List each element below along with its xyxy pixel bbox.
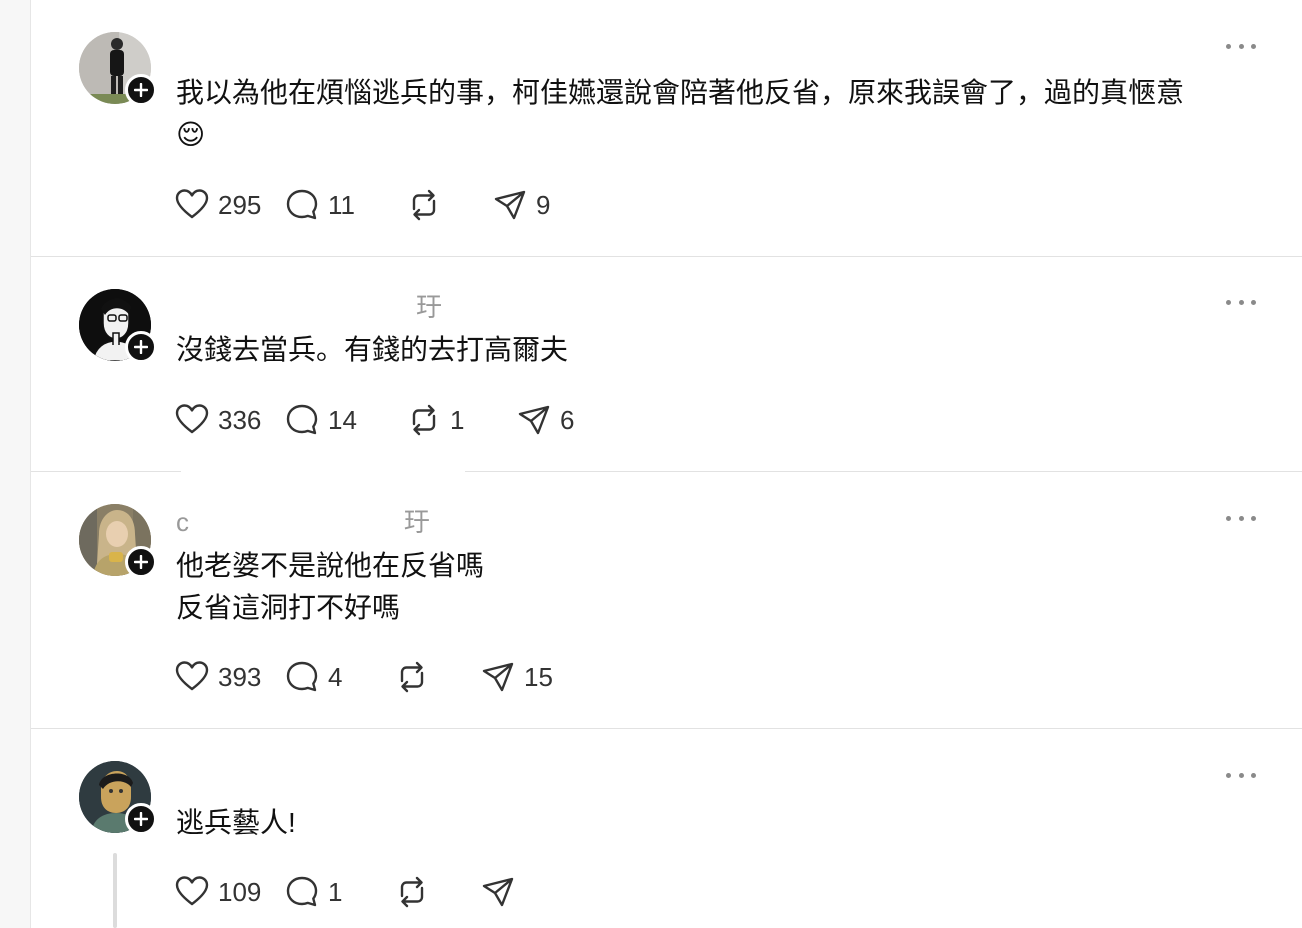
- post: 我以為他在煩惱逃兵的事，柯佳嬿還說會陪著他反省，原來我誤會了，過的真愜意 😌 2…: [31, 0, 1302, 257]
- reply-count: 4: [328, 661, 343, 692]
- repost-icon: [400, 876, 424, 908]
- follow-button[interactable]: [125, 546, 157, 578]
- post-text: 逃兵藝人!: [176, 807, 296, 838]
- repost-button[interactable]: [406, 185, 492, 225]
- post-text: 沒錢去當兵。有錢的去打高爾夫: [176, 334, 569, 365]
- reply-button[interactable]: 4: [284, 657, 394, 697]
- comment-icon: [286, 189, 318, 220]
- feed: 我以為他在煩惱逃兵的事，柯佳嬿還說會陪著他反省，原來我誤會了，過的真愜意 😌 2…: [31, 0, 1302, 928]
- post-text: 他老婆不是說他在反省嗎 反省這洞打不好嗎: [176, 550, 485, 623]
- heart-icon: [175, 661, 209, 691]
- left-gutter: [0, 0, 31, 928]
- action-bar: 393 4 15: [174, 657, 570, 697]
- post-text: 我以為他在煩惱逃兵的事，柯佳嬿還說會陪著他反省，原來我誤會了，過的真愜意 😌: [176, 77, 1185, 150]
- share-count: 9: [536, 189, 551, 220]
- plus-icon: [134, 555, 148, 569]
- thread-line: [113, 853, 117, 928]
- follow-button[interactable]: [125, 331, 157, 363]
- like-count: 393: [218, 661, 262, 692]
- avatar[interactable]: [79, 504, 157, 578]
- comment-icon: [286, 876, 318, 907]
- send-icon: [482, 877, 514, 907]
- repost-button[interactable]: 1: [406, 400, 516, 440]
- send-icon: [494, 190, 526, 220]
- action-bar: 295 11 9: [174, 185, 572, 225]
- repost-icon: [412, 189, 436, 221]
- post: 玗 沒錢去當兵。有錢的去打高爾夫 336 14 1 6: [31, 256, 1302, 472]
- repost-icon: [400, 661, 424, 693]
- more-button[interactable]: [1226, 769, 1256, 781]
- reply-button[interactable]: 1: [284, 872, 394, 912]
- more-icon: [1226, 515, 1231, 521]
- plus-icon: [134, 340, 148, 354]
- reply-button[interactable]: 11: [284, 185, 406, 225]
- share-count: 6: [560, 404, 575, 435]
- repost-count: 1: [450, 404, 465, 435]
- heart-icon: [175, 876, 209, 906]
- share-button[interactable]: [480, 872, 560, 912]
- plus-icon: [134, 812, 148, 826]
- like-count: 295: [218, 189, 262, 220]
- comment-icon: [286, 661, 318, 692]
- like-count: 336: [218, 404, 262, 435]
- follow-button[interactable]: [125, 803, 157, 835]
- more-icon: [1226, 43, 1231, 49]
- post: 逃兵藝人! 109 1: [31, 728, 1302, 928]
- more-button[interactable]: [1226, 512, 1256, 524]
- repost-button[interactable]: [394, 657, 480, 697]
- comment-icon: [286, 404, 318, 435]
- repost-icon: [412, 404, 436, 436]
- more-icon: [1226, 299, 1231, 305]
- avatar[interactable]: [79, 289, 157, 363]
- more-button[interactable]: [1226, 40, 1256, 52]
- like-count: 109: [218, 876, 262, 907]
- reply-count: 1: [328, 876, 343, 907]
- share-button[interactable]: 15: [480, 657, 570, 697]
- share-button[interactable]: 9: [492, 185, 572, 225]
- avatar[interactable]: [79, 761, 157, 835]
- reply-count: 11: [328, 189, 355, 220]
- repost-button[interactable]: [394, 872, 480, 912]
- reply-button[interactable]: 14: [284, 400, 406, 440]
- plus-icon: [134, 83, 148, 97]
- like-button[interactable]: 393: [174, 657, 284, 697]
- heart-icon: [175, 404, 209, 434]
- like-button[interactable]: 295: [174, 185, 284, 225]
- share-count: 15: [524, 661, 553, 692]
- like-button[interactable]: 109: [174, 872, 284, 912]
- more-button[interactable]: [1226, 296, 1256, 308]
- follow-button[interactable]: [125, 74, 157, 106]
- share-button[interactable]: 6: [516, 400, 596, 440]
- post: c 玗 他老婆不是說他在反省嗎 反省這洞打不好嗎 393 4 15: [31, 469, 1302, 729]
- like-button[interactable]: 336: [174, 400, 284, 440]
- username[interactable]: c 玗: [176, 502, 431, 539]
- heart-icon: [175, 189, 209, 219]
- reply-count: 14: [328, 404, 357, 435]
- send-icon: [482, 662, 514, 692]
- avatar[interactable]: [79, 32, 157, 106]
- action-bar: 109 1: [174, 872, 560, 912]
- more-icon: [1226, 772, 1231, 778]
- username[interactable]: 玗: [416, 287, 443, 324]
- action-bar: 336 14 1 6: [174, 400, 596, 440]
- send-icon: [518, 405, 550, 435]
- redaction: [181, 469, 465, 475]
